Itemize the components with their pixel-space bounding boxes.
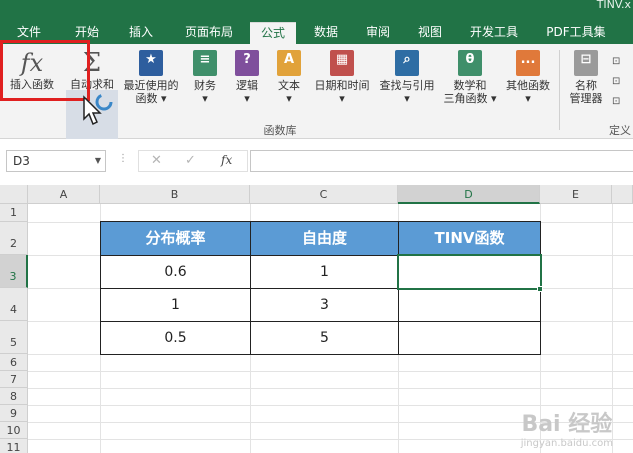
table-cell[interactable]: 1 xyxy=(250,255,399,289)
lookup-button[interactable]: ⌕ 查找与引用 ▾ xyxy=(376,48,438,105)
text-a-icon: A xyxy=(277,50,301,76)
insert-function-highlight-box xyxy=(0,40,90,101)
tab-page-layout[interactable]: 页面布局 xyxy=(176,22,242,44)
watermark-url: jingyan.baidu.com xyxy=(520,438,613,449)
table-cell[interactable] xyxy=(398,288,541,322)
more-dots-icon: ... xyxy=(516,50,540,76)
tab-formulas[interactable]: 公式 xyxy=(250,22,296,44)
magnifier-icon: ⌕ xyxy=(395,50,419,76)
table-cell[interactable]: 0.5 xyxy=(100,321,251,355)
star-icon: ★ xyxy=(139,50,163,76)
financial-button[interactable]: ≡ 财务 ▾ xyxy=(188,48,222,105)
name-manager-label: 名称 xyxy=(575,79,597,92)
chevron-down-icon: ▾ xyxy=(202,92,208,105)
math-label: 数学和 xyxy=(453,79,487,92)
column-header-a[interactable]: A xyxy=(28,185,100,204)
tab-developer[interactable]: 开发工具 xyxy=(462,22,526,44)
gridline xyxy=(28,388,633,389)
recent-functions-button[interactable]: ★ 最近使用的 函数 ▾ xyxy=(120,48,182,105)
table-cell[interactable]: 3 xyxy=(250,288,399,322)
chevron-down-icon: ▾ xyxy=(244,92,250,105)
fx-insert-icon[interactable]: fx xyxy=(221,153,232,167)
formula-bar-grip-icon[interactable]: ⋮ xyxy=(118,153,128,164)
name-tag-icon: ⊟ xyxy=(574,50,598,76)
chevron-down-icon: ▾ xyxy=(404,92,410,105)
tab-pdf-tools[interactable]: PDF工具集 xyxy=(540,22,612,44)
more-functions-label: 其他函数 xyxy=(506,79,550,92)
column-header-e[interactable]: E xyxy=(540,185,612,204)
select-all-corner[interactable] xyxy=(0,185,28,204)
row-header-1[interactable]: 1 xyxy=(0,204,28,222)
formula-bar-buttons: ✕ ✓ fx xyxy=(138,150,248,172)
tab-review[interactable]: 审阅 xyxy=(358,22,398,44)
table-cell[interactable]: 0.6 xyxy=(100,255,251,289)
row-header-6[interactable]: 6 xyxy=(0,354,28,371)
recent-functions-label-2: 函数 ▾ xyxy=(135,92,167,105)
window-title: TINV.x xyxy=(596,0,631,11)
row-header-2[interactable]: 2 xyxy=(0,222,28,255)
name-box-value: D3 xyxy=(13,154,30,168)
active-cell-d3[interactable] xyxy=(397,254,542,290)
lookup-label: 查找与引用 xyxy=(379,79,435,92)
chevron-down-icon: ▾ xyxy=(286,92,292,105)
text-label: 文本 xyxy=(278,79,300,92)
watermark-text: Bai 经验 xyxy=(521,412,613,437)
logical-label: 逻辑 xyxy=(236,79,258,92)
fill-handle[interactable] xyxy=(537,286,543,292)
datetime-button[interactable]: ▦ 日期和时间 ▾ xyxy=(312,48,372,105)
column-header-d[interactable]: D xyxy=(398,185,540,204)
coins-icon: ≡ xyxy=(193,50,217,76)
tab-insert[interactable]: 插入 xyxy=(118,22,164,44)
calendar-icon: ▦ xyxy=(330,50,354,76)
column-header-c[interactable]: C xyxy=(250,185,398,204)
ribbon-tab-bar: TINV.x 文件 开始 插入 页面布局 公式 数据 审阅 视图 开发工具 PD… xyxy=(0,0,633,44)
formula-bar: D3 ▼ ⋮ ✕ ✓ fx xyxy=(0,139,633,183)
tab-view[interactable]: 视图 xyxy=(410,22,450,44)
table-cell[interactable]: 5 xyxy=(250,321,399,355)
baidu-jingyan-watermark: Bai 经验 jingyan.baidu.com xyxy=(521,406,613,449)
group-label-defined-names: 定义 xyxy=(609,124,631,137)
math-label-2: 三角函数 ▾ xyxy=(443,92,497,105)
chevron-down-icon: ▾ xyxy=(525,92,531,105)
enter-icon[interactable]: ✓ xyxy=(185,153,196,168)
math-trig-button[interactable]: θ 数学和 三角函数 ▾ xyxy=(442,48,498,105)
question-icon: ? xyxy=(235,50,259,76)
row-header-8[interactable]: 8 xyxy=(0,388,28,405)
name-manager-button[interactable]: ⊟ 名称 管理器 xyxy=(564,48,608,105)
row-header-7[interactable]: 7 xyxy=(0,371,28,388)
define-name-mini-icons[interactable]: ⊡ ⊡ ⊡ xyxy=(612,52,632,112)
name-box[interactable]: D3 ▼ xyxy=(6,150,106,172)
datetime-label: 日期和时间 xyxy=(314,79,370,92)
theta-icon: θ xyxy=(458,50,482,76)
table-cell[interactable] xyxy=(398,321,541,355)
ribbon-separator xyxy=(559,50,560,130)
table-header-tinv[interactable]: TINV函数 xyxy=(398,221,541,256)
logical-button[interactable]: ? 逻辑 ▾ xyxy=(230,48,264,105)
name-manager-label-2: 管理器 xyxy=(569,92,603,105)
row-header-9[interactable]: 9 xyxy=(0,405,28,422)
column-header-b[interactable]: B xyxy=(100,185,250,204)
table-header-degrees-freedom[interactable]: 自由度 xyxy=(250,221,399,256)
row-header-4[interactable]: 4 xyxy=(0,288,28,321)
ribbon-tabs: 文件 开始 插入 页面布局 公式 数据 审阅 视图 开发工具 PDF工具集 xyxy=(0,22,633,44)
tab-data[interactable]: 数据 xyxy=(306,22,346,44)
row-header-10[interactable]: 10 xyxy=(0,422,28,439)
recent-functions-label: 最近使用的 xyxy=(123,79,179,92)
financial-label: 财务 xyxy=(194,79,216,92)
column-header-f[interactable] xyxy=(612,185,633,204)
gridline xyxy=(28,371,633,372)
worksheet-grid[interactable]: A B C D E 1 2 3 4 5 6 7 8 9 10 11 12 分布概… xyxy=(0,185,633,453)
chevron-down-icon: ▼ xyxy=(94,156,101,165)
row-header-11[interactable]: 11 xyxy=(0,439,28,453)
formula-input[interactable] xyxy=(250,150,633,172)
chevron-down-icon: ▾ xyxy=(339,92,345,105)
text-button[interactable]: A 文本 ▾ xyxy=(272,48,306,105)
busy-spinner-icon xyxy=(95,93,113,111)
table-header-probability[interactable]: 分布概率 xyxy=(100,221,251,256)
row-header-5[interactable]: 5 xyxy=(0,321,28,354)
row-header-3[interactable]: 3 xyxy=(0,255,28,288)
table-cell[interactable]: 1 xyxy=(100,288,251,322)
cancel-icon[interactable]: ✕ xyxy=(151,153,162,168)
more-functions-button[interactable]: ... 其他函数 ▾ xyxy=(502,48,554,105)
